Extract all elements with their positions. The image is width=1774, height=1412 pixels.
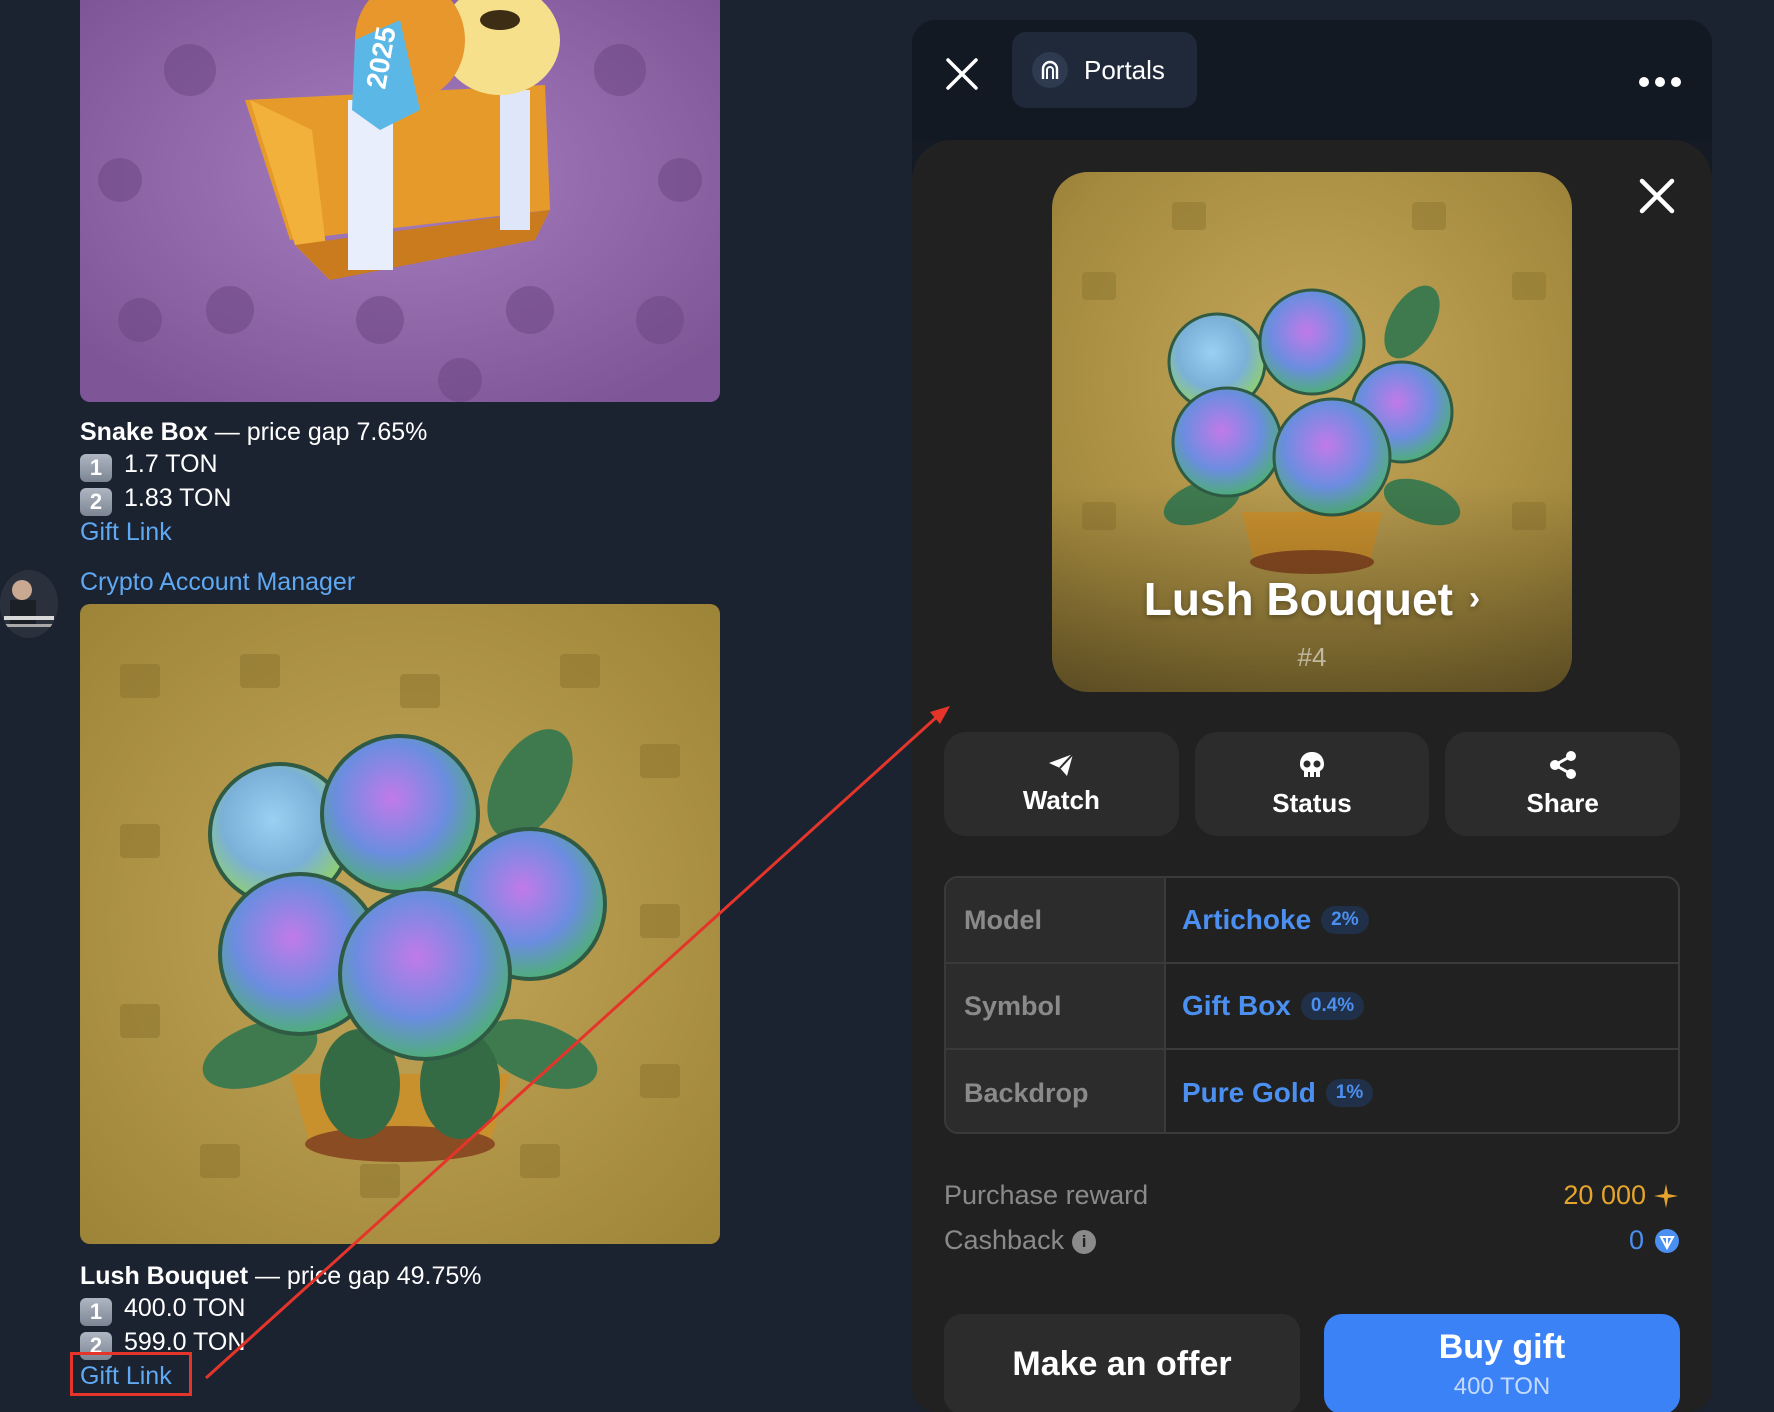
share-label: Share xyxy=(1526,787,1599,818)
annotation-highlight-box xyxy=(70,1352,192,1396)
more-options-icon[interactable] xyxy=(1638,75,1682,89)
bouquet-title-line: Lush Bouquet — price gap 49.75% xyxy=(80,1260,482,1292)
watch-button[interactable]: Watch xyxy=(944,732,1179,836)
info-icon[interactable]: i xyxy=(1072,1230,1097,1254)
cashback-label: Cashback i xyxy=(944,1225,1097,1256)
snake-gap-text: — price gap 7.65% xyxy=(207,418,428,446)
snake-price-2: 2 1.83 TON xyxy=(80,482,427,516)
status-button[interactable]: Status xyxy=(1194,732,1430,836)
chevron-right-icon: › xyxy=(1468,579,1481,617)
attribute-row-symbol: Symbol Gift Box 0.4% xyxy=(946,964,1678,1050)
gift-title[interactable]: Lush Bouquet › xyxy=(1052,572,1572,626)
attribute-key: Backdrop xyxy=(946,1050,1166,1132)
share-icon xyxy=(1549,750,1576,779)
gift-number: #4 xyxy=(1297,642,1327,672)
gift-hero-card[interactable]: Lush Bouquet › #4 xyxy=(1052,172,1572,692)
rarity-badge: 2% xyxy=(1321,906,1369,934)
purchase-reward-value: 20 000 xyxy=(1563,1180,1680,1211)
bouquet-gap-text: — price gap 49.75% xyxy=(248,1262,482,1290)
portals-logo-icon xyxy=(1032,52,1068,88)
cashback-value: 0 xyxy=(1629,1225,1680,1256)
gift-sheet: Lush Bouquet › #4 Watch Status Share Mod… xyxy=(912,140,1712,1412)
snake-gift-name: Snake Box xyxy=(80,418,208,446)
sender-name[interactable]: Crypto Account Manager xyxy=(80,568,355,597)
attribute-row-model: Model Artichoke 2% xyxy=(946,878,1678,964)
bouquet-gift-name: Lush Bouquet xyxy=(80,1262,249,1290)
snake-price-1: 1 1.7 TON xyxy=(80,448,427,482)
buy-gift-label: Buy gift xyxy=(1438,1327,1566,1366)
attribute-key: Model xyxy=(946,878,1166,962)
keycap-1-icon: 1 xyxy=(80,1298,112,1326)
rarity-badge: 0.4% xyxy=(1300,992,1365,1020)
sheet-close-icon[interactable] xyxy=(1637,176,1677,216)
share-button[interactable]: Share xyxy=(1445,732,1681,836)
make-offer-button[interactable]: Make an offer xyxy=(944,1314,1300,1412)
close-icon[interactable] xyxy=(942,54,982,94)
bottom-actions: Make an offer Buy gift 400 TON xyxy=(944,1314,1680,1412)
avatar[interactable] xyxy=(0,570,58,638)
watch-label: Watch xyxy=(1022,784,1100,815)
attribute-row-backdrop: Backdrop Pure Gold 1% xyxy=(946,1050,1678,1132)
attribute-key: Symbol xyxy=(946,964,1166,1048)
action-row: Watch Status Share xyxy=(944,732,1681,836)
attribute-value-backdrop[interactable]: Pure Gold 1% xyxy=(1166,1050,1678,1132)
portals-panel: Portals Lush Bouquet › #4 Watch Status S… xyxy=(912,20,1712,1412)
portals-app-name: Portals xyxy=(1084,54,1165,85)
keycap-2-icon: 2 xyxy=(80,488,112,516)
status-label: Status xyxy=(1272,787,1352,818)
snake-box-image[interactable]: 2025 xyxy=(80,0,720,402)
purchase-reward-row: Purchase reward 20 000 xyxy=(944,1180,1680,1211)
paper-plane-icon xyxy=(1049,752,1075,776)
snake-message: Snake Box — price gap 7.65% 1 1.7 TON 2 1.… xyxy=(80,416,427,548)
attribute-value-model[interactable]: Artichoke 2% xyxy=(1166,878,1678,962)
attributes-table: Model Artichoke 2% Symbol Gift Box 0.4% … xyxy=(944,876,1680,1134)
skull-icon xyxy=(1300,751,1324,777)
star-icon xyxy=(1654,1183,1678,1208)
ton-icon xyxy=(1655,1228,1679,1253)
snake-gift-link[interactable]: Gift Link xyxy=(80,516,427,548)
portals-app-chip[interactable]: Portals xyxy=(1012,32,1197,108)
keycap-1-icon: 1 xyxy=(80,454,112,482)
lush-bouquet-image[interactable] xyxy=(80,604,720,1244)
cashback-row: Cashback i 0 xyxy=(944,1225,1680,1256)
chat-area: 2025 Snake Box — price gap 7.65% 1 1.7 TO… xyxy=(0,0,900,1412)
rarity-badge: 1% xyxy=(1325,1079,1374,1107)
bouquet-price-1: 1 400.0 TON xyxy=(80,1292,482,1326)
purchase-reward-label: Purchase reward xyxy=(944,1180,1149,1210)
buy-gift-button[interactable]: Buy gift 400 TON xyxy=(1324,1314,1680,1412)
buy-gift-price: 400 TON xyxy=(1453,1372,1551,1400)
attribute-value-symbol[interactable]: Gift Box 0.4% xyxy=(1166,964,1678,1048)
snake-title-line: Snake Box — price gap 7.65% xyxy=(80,416,427,448)
panel-header: Portals xyxy=(912,20,1712,140)
